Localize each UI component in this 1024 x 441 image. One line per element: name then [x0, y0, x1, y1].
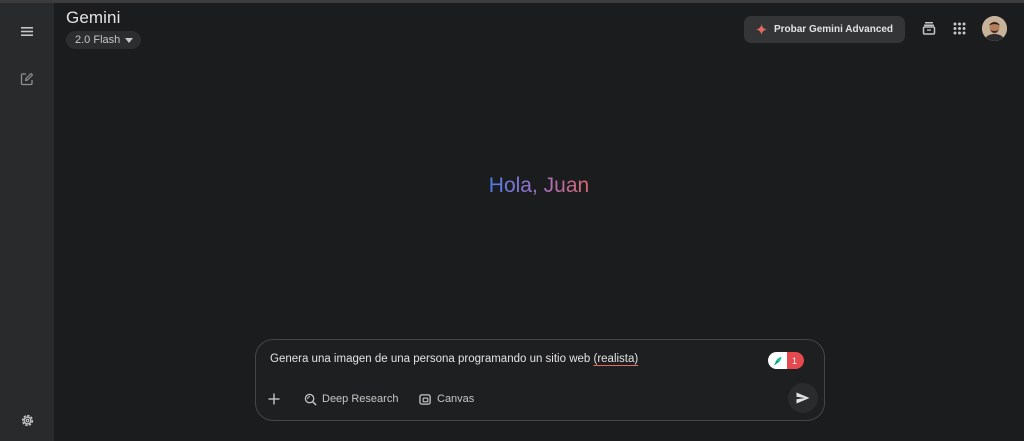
prompt-input[interactable]: Genera una imagen de una persona program… [270, 353, 638, 365]
prompt-text-main: Genera una imagen de una persona program… [270, 353, 594, 365]
prompt-composer[interactable]: Genera una imagen de una persona program… [255, 339, 825, 421]
feather-icon-container [768, 352, 787, 369]
sparkle-icon [755, 24, 767, 35]
try-advanced-label: Probar Gemini Advanced [773, 24, 894, 35]
deep-research-button[interactable]: Deep Research [304, 389, 398, 409]
window-top-border [0, 0, 1024, 3]
new-chat-icon [20, 72, 34, 86]
feather-icon [773, 356, 781, 365]
upload-button[interactable] [268, 389, 280, 409]
send-icon [796, 392, 810, 404]
menu-icon [21, 26, 33, 36]
greeting-container: Hola, Juan [0, 174, 1024, 198]
new-chat-button[interactable] [13, 65, 41, 93]
app-title: Gemini [66, 8, 121, 27]
settings-button[interactable] [13, 406, 41, 434]
grammar-checker-badge[interactable]: 1 [768, 352, 804, 369]
try-advanced-button[interactable]: Probar Gemini Advanced [744, 16, 905, 43]
issue-count-badge: 1 [787, 352, 804, 369]
canvas-label: Canvas [437, 393, 475, 405]
canvas-button[interactable]: Canvas [419, 389, 474, 409]
canvas-icon [419, 393, 431, 405]
prompt-text-flagged[interactable]: (realista) [594, 353, 639, 365]
deep-research-icon [304, 393, 317, 406]
sidebar [0, 3, 54, 441]
greeting-text: Hola, Juan [488, 174, 590, 197]
apps-grid-icon [953, 22, 965, 34]
avatar[interactable] [982, 16, 1007, 41]
model-selector-label: 2.0 Flash [75, 34, 121, 46]
model-selector[interactable]: 2.0 Flash [66, 31, 142, 49]
caret-down-icon [125, 38, 134, 43]
gem-manager-button[interactable] [918, 17, 940, 39]
archive-box-icon [922, 22, 936, 35]
menu-button[interactable] [13, 17, 41, 45]
settings-icon [21, 414, 33, 426]
user-photo-icon [982, 16, 1007, 41]
apps-button[interactable] [948, 17, 970, 39]
send-button[interactable] [788, 383, 818, 413]
plus-icon [268, 393, 280, 405]
deep-research-label: Deep Research [322, 393, 399, 405]
